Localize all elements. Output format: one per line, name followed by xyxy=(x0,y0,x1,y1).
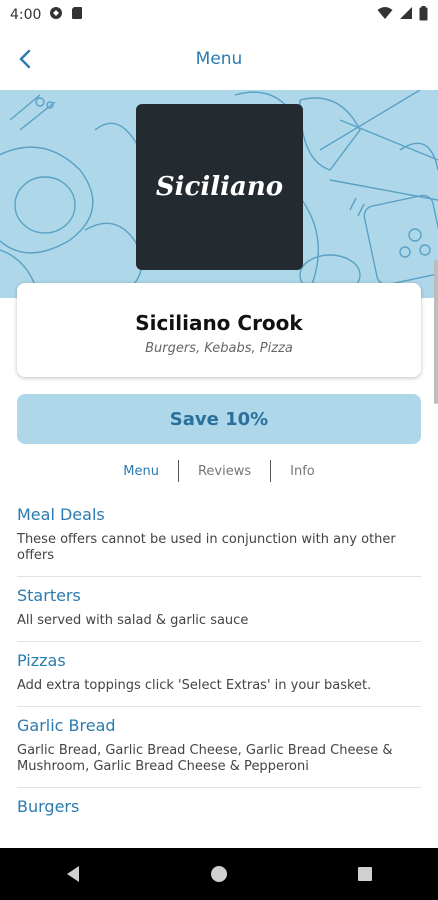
tab-reviews[interactable]: Reviews xyxy=(179,464,270,479)
section-title: Burgers xyxy=(17,797,80,816)
menu-section-list: Meal Deals These offers cannot be used i… xyxy=(17,496,421,836)
menu-section-meal-deals[interactable]: Meal Deals These offers cannot be used i… xyxy=(17,496,421,577)
section-description: Garlic Bread, Garlic Bread Cheese, Garli… xyxy=(17,743,393,774)
restaurant-logo: Siciliano xyxy=(136,104,303,270)
logo-text: Siciliano xyxy=(155,172,284,202)
section-description: These offers cannot be used in conjuncti… xyxy=(17,532,396,563)
status-bar: 4:00 xyxy=(0,0,438,30)
chevron-left-icon xyxy=(19,49,31,69)
section-title: Pizzas xyxy=(17,651,66,670)
tab-info[interactable]: Info xyxy=(271,464,334,479)
scrollbar[interactable] xyxy=(434,260,438,404)
section-title: Starters xyxy=(17,586,81,605)
wifi-icon xyxy=(377,6,393,24)
battery-icon xyxy=(419,5,428,25)
menu-section-starters[interactable]: Starters All served with salad & garlic … xyxy=(17,577,421,642)
nav-recents-button[interactable] xyxy=(345,854,385,894)
save-offer-button[interactable]: Save 10% xyxy=(17,394,421,444)
signal-icon xyxy=(399,6,413,24)
menu-section-pizzas[interactable]: Pizzas Add extra toppings click 'Select … xyxy=(17,642,421,707)
triangle-back-icon xyxy=(67,866,79,882)
menu-section-garlic-bread[interactable]: Garlic Bread Garlic Bread, Garlic Bread … xyxy=(17,707,421,788)
app-bar: Menu xyxy=(0,30,438,88)
menu-section-burgers[interactable]: Burgers xyxy=(17,788,421,836)
status-time: 4:00 xyxy=(10,7,42,23)
restaurant-name: Siciliano Crook xyxy=(135,311,303,335)
tab-bar: Menu Reviews Info xyxy=(0,458,438,484)
notification-icon xyxy=(49,6,63,24)
tab-menu[interactable]: Menu xyxy=(104,464,178,479)
page-title: Menu xyxy=(195,49,243,69)
square-recents-icon xyxy=(358,867,372,881)
back-button[interactable] xyxy=(10,44,40,74)
section-description: All served with salad & garlic sauce xyxy=(17,613,249,628)
nav-home-button[interactable] xyxy=(199,854,239,894)
section-title: Garlic Bread xyxy=(17,716,116,735)
system-nav-bar xyxy=(0,848,438,900)
section-description: Add extra toppings click 'Select Extras'… xyxy=(17,678,372,693)
section-title: Meal Deals xyxy=(17,505,105,524)
restaurant-cuisine: Burgers, Kebabs, Pizza xyxy=(145,341,293,356)
sd-card-icon xyxy=(71,6,83,24)
nav-back-button[interactable] xyxy=(53,854,93,894)
restaurant-card: Siciliano Crook Burgers, Kebabs, Pizza xyxy=(17,283,421,377)
circle-home-icon xyxy=(211,866,227,882)
